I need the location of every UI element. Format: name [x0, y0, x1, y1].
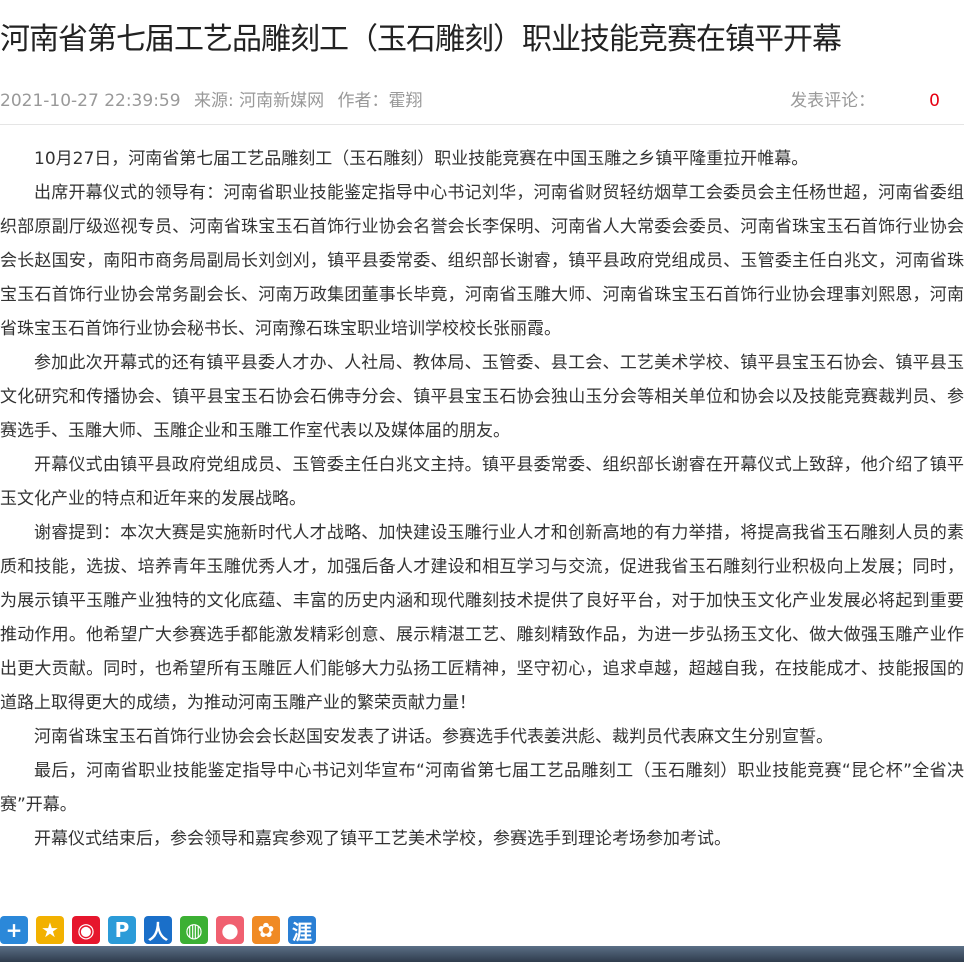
article-paragraph: 参加此次开幕式的还有镇平县委人才办、人社局、教体局、玉管委、县工会、工艺美术学校… — [0, 353, 964, 441]
article-title: 河南省第七届工艺品雕刻工（玉石雕刻）职业技能竞赛在镇平开幕 — [0, 22, 842, 57]
share-weibo-icon[interactable]: ◉ — [72, 916, 100, 944]
article-source: 来源: 河南新媒网 — [193, 91, 325, 111]
share-more-icon[interactable]: + — [0, 916, 28, 944]
share-qzone-icon[interactable]: ★ — [36, 916, 64, 944]
article-paragraph: 河南省珠宝玉石首饰行业协会会长赵国安发表了讲话。参赛选手代表姜洪彪、裁判员代表麻… — [34, 727, 833, 747]
article-paragraph: 开幕仪式结束后，参会领导和嘉宾参观了镇平工艺美术学校，参赛选手到理论考场参加考试… — [34, 829, 731, 849]
share-kaixin-icon[interactable]: ✿ — [252, 916, 280, 944]
share-pengyou-icon[interactable]: P — [108, 916, 136, 944]
comment-area[interactable]: 发表评论： 0 — [790, 86, 964, 111]
share-yixin-icon[interactable]: 涯 — [288, 916, 316, 944]
taskbar-strip — [0, 946, 964, 962]
comment-count[interactable]: 0 — [929, 91, 940, 111]
article-paragraph: 开幕仪式由镇平县政府党组成员、玉管委主任白兆文主持。镇平县委常委、组织部长谢睿在… — [0, 455, 964, 509]
article-paragraph: 10月27日，河南省第七届工艺品雕刻工（玉石雕刻）职业技能竞赛在中国玉雕之乡镇平… — [34, 149, 809, 169]
publish-datetime: 2021-10-27 22:39:59 — [0, 91, 181, 111]
article-paragraph: 谢睿提到：本次大赛是实施新时代人才战略、加快建设玉雕行业人才和创新高地的有力举措… — [0, 523, 964, 713]
comment-label[interactable]: 发表评论： — [790, 91, 875, 111]
share-douban-icon[interactable]: ● — [216, 916, 244, 944]
share-bar: + ★ ◉ P 人 ◍ ● ✿ 涯 — [0, 914, 316, 946]
article-meta: 2021-10-27 22:39:59 来源: 河南新媒网 作者：霍翔 发表评论… — [0, 86, 964, 111]
article-author: 作者：霍翔 — [337, 91, 423, 111]
article-paragraph: 出席开幕仪式的领导有：河南省职业技能鉴定指导中心书记刘华，河南省财贸轻纺烟草工会… — [0, 183, 964, 339]
article-body: 10月27日，河南省第七届工艺品雕刻工（玉石雕刻）职业技能竞赛在中国玉雕之乡镇平… — [0, 142, 964, 856]
article-paragraph: 最后，河南省职业技能鉴定指导中心书记刘华宣布“河南省第七届工艺品雕刻工（玉石雕刻… — [0, 761, 964, 815]
meta-divider — [0, 124, 964, 125]
share-wechat-icon[interactable]: ◍ — [180, 916, 208, 944]
share-renren-icon[interactable]: 人 — [144, 916, 172, 944]
